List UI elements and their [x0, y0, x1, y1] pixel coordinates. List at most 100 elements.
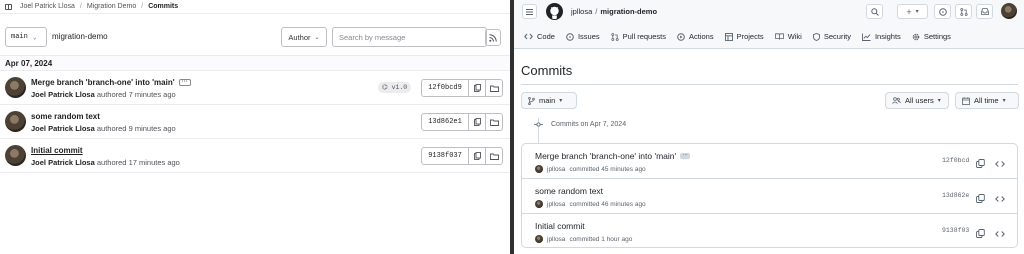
tab-projects[interactable]: Projects: [724, 32, 764, 41]
tag-label: v1.0: [391, 84, 408, 91]
users-filter-label: All users: [905, 96, 934, 105]
tab-actions[interactable]: Actions: [677, 32, 714, 41]
breadcrumb-current: Commits: [148, 3, 179, 10]
tab-insights[interactable]: Insights: [862, 32, 901, 41]
copy-sha-button[interactable]: [976, 225, 985, 243]
commit-sha-link[interactable]: 9138f03: [942, 227, 969, 234]
github-logo-icon[interactable]: [546, 3, 563, 20]
commit-author[interactable]: Joel Patrick Llosa: [31, 90, 95, 99]
commit-author[interactable]: jpllosa: [547, 236, 565, 243]
users-filter-dropdown[interactable]: All users ▾: [885, 92, 949, 109]
commit-title[interactable]: some random text: [535, 186, 603, 196]
copy-sha-button[interactable]: [469, 113, 486, 131]
copy-sha-button[interactable]: [469, 147, 486, 165]
time-filter-dropdown[interactable]: All time ▾: [955, 92, 1019, 109]
repo-owner-link[interactable]: jpllosa: [571, 7, 592, 16]
caret-down-icon: ▾: [559, 98, 563, 104]
commit-author[interactable]: jpllosa: [547, 201, 565, 208]
copy-icon: [473, 84, 481, 92]
branch-dropdown[interactable]: main ⌄: [5, 27, 47, 47]
copy-icon: [976, 229, 985, 238]
tab-issues-label: Issues: [577, 32, 600, 41]
search-input[interactable]: Search by message: [332, 27, 487, 47]
branch-dropdown[interactable]: main ▾: [521, 92, 577, 109]
create-new-button[interactable]: + ▾: [897, 4, 928, 19]
tab-issues[interactable]: Issues: [566, 32, 600, 41]
tab-wiki[interactable]: Wiki: [774, 32, 802, 41]
tab-code[interactable]: Code: [524, 32, 555, 41]
avatar[interactable]: [5, 145, 26, 166]
commit-title[interactable]: some random text: [31, 112, 100, 121]
code-icon: [995, 161, 1005, 167]
repo-name-link[interactable]: migration-demo: [600, 7, 657, 16]
avatar[interactable]: [535, 235, 543, 243]
commit-sha-link[interactable]: 13d862e: [942, 192, 969, 199]
issue-opened-icon: [938, 7, 947, 16]
menu-button[interactable]: [522, 4, 537, 19]
commit-sha-button[interactable]: 13d862e1: [421, 113, 469, 131]
sidebar-toggle-icon[interactable]: [5, 3, 12, 10]
author-filter-dropdown[interactable]: Author ⌄: [281, 27, 327, 47]
browse-files-button[interactable]: [486, 113, 503, 131]
tab-settings[interactable]: Settings: [912, 32, 951, 41]
browse-files-button[interactable]: [486, 79, 503, 97]
commit-title[interactable]: Initial commit: [535, 221, 585, 231]
commit-row: Initial commit Joel Patrick Llosa author…: [0, 139, 512, 173]
rss-feed-button[interactable]: [485, 29, 501, 46]
commit-author[interactable]: Joel Patrick Llosa: [31, 158, 95, 167]
avatar[interactable]: [535, 200, 543, 208]
avatar[interactable]: [5, 77, 26, 98]
browse-repo-button[interactable]: [995, 155, 1005, 173]
tab-security[interactable]: Security: [812, 32, 851, 41]
book-icon: [774, 33, 784, 40]
commit-sha-link[interactable]: 12f0bcd: [942, 157, 969, 164]
commit-title-wrap: Merge branch 'branch-one' into 'main' ···: [535, 151, 691, 161]
expand-description-button[interactable]: ···: [680, 153, 691, 159]
browse-repo-button[interactable]: [995, 225, 1005, 243]
avatar[interactable]: [5, 111, 26, 132]
plus-icon: +: [906, 6, 912, 17]
commit-date-label: Commits on Apr 7, 2024: [551, 121, 627, 128]
expand-description-button[interactable]: ···: [178, 79, 191, 87]
user-avatar[interactable]: [1001, 3, 1017, 19]
commit-meta: Joel Patrick Llosa authored 9 minutes ag…: [31, 124, 176, 133]
code-icon: [995, 231, 1005, 237]
browse-repo-button[interactable]: [995, 190, 1005, 208]
copy-sha-button[interactable]: [976, 190, 985, 208]
commit-sha-group: 9138f037: [421, 147, 503, 165]
browse-files-button[interactable]: [486, 147, 503, 165]
commit-row: some random text Joel Patrick Llosa auth…: [0, 105, 512, 139]
title-divider: [521, 84, 1018, 85]
commit-title[interactable]: Merge branch 'branch-one' into 'main': [31, 78, 175, 87]
copy-icon: [473, 152, 481, 160]
commit-sha-button[interactable]: 12f0bcd9: [421, 79, 469, 97]
commit-row: Merge branch 'branch-one' into 'main' ···…: [522, 144, 1017, 179]
commit-title[interactable]: Initial commit: [31, 146, 83, 155]
commit-author[interactable]: jpllosa: [547, 166, 565, 173]
issues-button[interactable]: [934, 4, 951, 19]
commit-time: committed 45 minutes ago: [569, 165, 646, 173]
inbox-button[interactable]: [976, 4, 993, 19]
commit-author[interactable]: Joel Patrick Llosa: [31, 124, 95, 133]
breadcrumb-project[interactable]: Migration Demo: [87, 3, 136, 10]
git-pull-request-icon: [959, 7, 968, 16]
tab-pull-requests[interactable]: Pull requests: [611, 32, 666, 41]
avatar[interactable]: [535, 165, 543, 173]
commit-meta: jpllosa committed 45 minutes ago: [535, 165, 646, 173]
commit-title-wrap: some random text: [31, 112, 100, 121]
pull-requests-button[interactable]: [955, 4, 972, 19]
copy-sha-button[interactable]: [469, 79, 486, 97]
search-button[interactable]: [866, 4, 883, 19]
caret-down-icon: ▾: [915, 9, 919, 15]
commit-sha-button[interactable]: 9138f037: [421, 147, 469, 165]
copy-sha-button[interactable]: [976, 155, 985, 173]
tab-wiki-label: Wiki: [787, 32, 802, 41]
tag-badge[interactable]: ⌬ v1.0: [378, 82, 412, 93]
commit-row: some random text jpllosa committed 46 mi…: [522, 179, 1017, 214]
tag-icon: ⌬: [382, 84, 388, 91]
commit-meta: Joel Patrick Llosa authored 7 minutes ag…: [31, 90, 176, 99]
commit-title[interactable]: Merge branch 'branch-one' into 'main': [535, 151, 676, 161]
commit-sha-group: 13d862e1: [421, 113, 503, 131]
graph-icon: [862, 33, 871, 41]
breadcrumb-owner[interactable]: Joel Patrick Llosa: [20, 3, 75, 10]
